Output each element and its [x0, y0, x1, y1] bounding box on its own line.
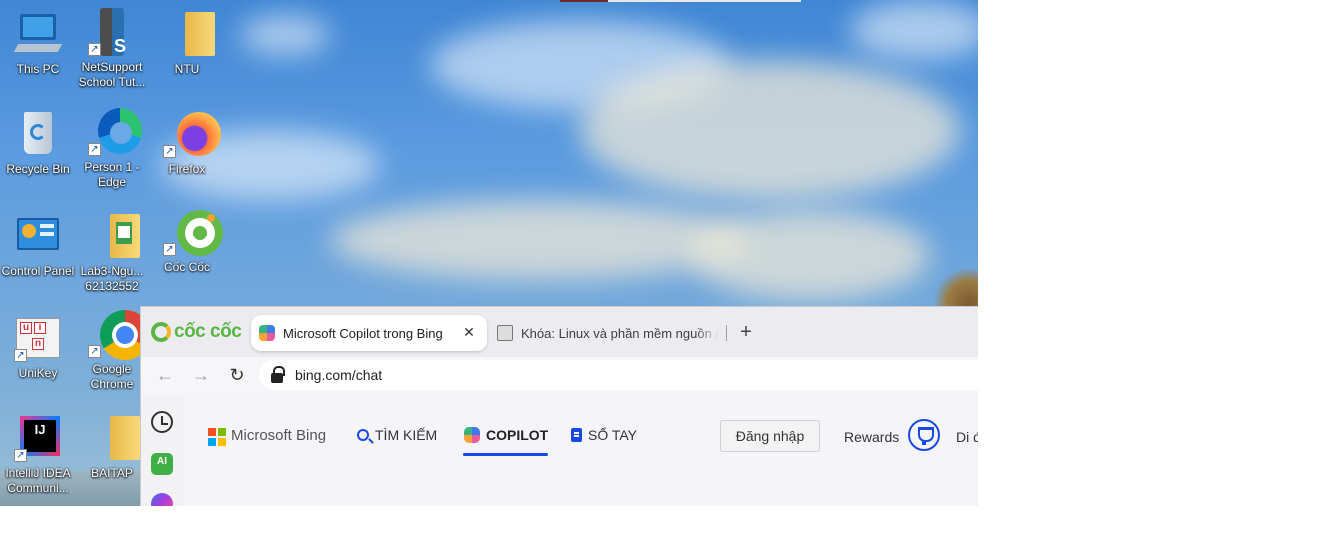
shortcut-arrow-icon: ↗	[88, 345, 101, 358]
desktop-icon-control-panel[interactable]: Control Panel	[0, 212, 76, 279]
cloud	[850, 0, 978, 60]
cloud	[690, 210, 930, 300]
folder-icon	[88, 414, 140, 462]
cloud	[580, 60, 960, 200]
shortcut-arrow-icon: ↗	[88, 43, 101, 56]
ai-assistant-icon[interactable]: AI	[151, 453, 173, 475]
back-button[interactable]: ←	[153, 363, 177, 387]
cloud	[240, 15, 330, 55]
rewards-link[interactable]: Rewards	[844, 429, 899, 445]
desktop-icon-lab3-folder[interactable]: Lab3-Ngu... 62132552	[74, 212, 150, 294]
desktop-icon-unikey[interactable]: u i n ↗ UniKey	[0, 314, 76, 381]
reload-button[interactable]: ↻	[225, 363, 249, 387]
intellij-icon: IJ ↗	[14, 414, 62, 462]
cloud	[330, 200, 750, 280]
mobile-link[interactable]: Di đ	[956, 429, 978, 445]
browser-sidebar: AI	[141, 393, 185, 506]
new-tab-button[interactable]: +	[735, 321, 757, 343]
search-icon	[357, 429, 369, 441]
desktop-icon-edge[interactable]: ↗ Person 1 - Edge	[74, 108, 150, 190]
shortcut-arrow-icon: ↗	[163, 243, 176, 256]
web-page: Microsoft Bing TÌM KIẾM COPILOT SỔ TAY Đ…	[185, 393, 978, 506]
nav-copilot[interactable]: COPILOT	[464, 427, 548, 443]
lock-icon	[271, 366, 285, 383]
browser-toolbar: ← → ↻ bing.com/chat	[141, 357, 978, 393]
desktop-icon-recycle-bin[interactable]: Recycle Bin	[0, 110, 76, 177]
window-edge-light	[608, 0, 801, 2]
coccoc-logo-icon	[151, 322, 171, 342]
nav-notebook-label: SỔ TAY	[588, 427, 638, 443]
url-text: bing.com/chat	[295, 367, 383, 383]
desktop-icon-chrome[interactable]: ↗ Google Chrome	[74, 310, 150, 392]
edge-icon: ↗	[88, 108, 142, 156]
notebook-icon	[571, 428, 582, 442]
desktop-icon-baitap-folder[interactable]: BAITAP	[74, 414, 150, 481]
active-nav-indicator	[463, 453, 548, 456]
coccoc-icon: ↗	[163, 208, 223, 256]
desktop-icon-ntu-folder[interactable]: NTU	[149, 10, 225, 77]
shortcut-arrow-icon: ↗	[14, 349, 27, 362]
copilot-favicon-icon	[259, 325, 275, 341]
this-pc-icon	[13, 10, 63, 58]
desktop-icon-intellij[interactable]: IJ ↗ IntelliJ IDEA Communi...	[0, 414, 76, 496]
history-icon[interactable]	[151, 411, 173, 433]
nav-search-label: TÌM KIẾM	[375, 427, 438, 443]
desktop-icon-firefox[interactable]: ↗ Firefox	[149, 110, 225, 177]
tab-title: Khóa: Linux và phần mềm nguồn mở	[521, 325, 719, 341]
nav-search[interactable]: TÌM KIẾM	[357, 427, 437, 443]
page-favicon-icon	[497, 325, 513, 341]
address-bar[interactable]: bing.com/chat	[259, 360, 978, 390]
messenger-icon[interactable]	[151, 493, 173, 506]
nav-notebook[interactable]: SỔ TAY	[571, 427, 637, 443]
brand-name: cốc cốc	[174, 321, 242, 342]
window-edge-dark	[560, 0, 608, 2]
shortcut-arrow-icon: ↗	[88, 143, 101, 156]
tab-title: Microsoft Copilot trong Bing	[283, 325, 443, 341]
desktop-icon-coccoc[interactable]: ↗ Cốc Cốc	[149, 208, 225, 275]
shortcut-arrow-icon: ↗	[163, 145, 176, 158]
cliff	[934, 268, 978, 308]
chrome-icon: ↗	[88, 310, 150, 360]
nav-copilot-label: COPILOT	[486, 427, 549, 443]
copilot-icon	[464, 427, 480, 443]
rewards-trophy-icon[interactable]	[908, 419, 940, 451]
desktop-icon-this-pc[interactable]: This PC	[0, 10, 76, 77]
netsupport-icon: S ↗	[88, 8, 136, 56]
tab-linux-course[interactable]: Khóa: Linux và phần mềm nguồn mở	[497, 315, 727, 351]
close-tab-icon[interactable]: ✕	[461, 324, 477, 340]
coccoc-brand[interactable]: cốc cốc	[151, 321, 242, 343]
chat-content-area	[185, 457, 978, 506]
control-panel-icon	[14, 212, 62, 260]
folder-icon	[88, 212, 140, 260]
microsoft-logo-icon	[208, 428, 226, 446]
shortcut-arrow-icon: ↗	[14, 449, 27, 462]
recycle-bin-icon	[14, 110, 62, 158]
desktop-icon-netsupport[interactable]: S ↗ NetSupport School Tut...	[74, 8, 150, 90]
sign-in-button[interactable]: Đăng nhập	[720, 420, 820, 452]
bing-header: Microsoft Bing TÌM KIẾM COPILOT SỔ TAY Đ…	[185, 393, 978, 457]
unikey-icon: u i n ↗	[14, 314, 62, 362]
folder-icon	[163, 10, 215, 58]
firefox-icon: ↗	[163, 110, 221, 158]
tab-separator	[726, 325, 727, 341]
browser-window: cốc cốc Microsoft Copilot trong Bing ✕ K…	[140, 306, 978, 506]
tab-strip: cốc cốc Microsoft Copilot trong Bing ✕ K…	[141, 307, 978, 357]
forward-button[interactable]: →	[189, 363, 213, 387]
tab-copilot[interactable]: Microsoft Copilot trong Bing ✕	[251, 315, 487, 351]
bing-logo-text[interactable]: Microsoft Bing	[231, 427, 326, 444]
